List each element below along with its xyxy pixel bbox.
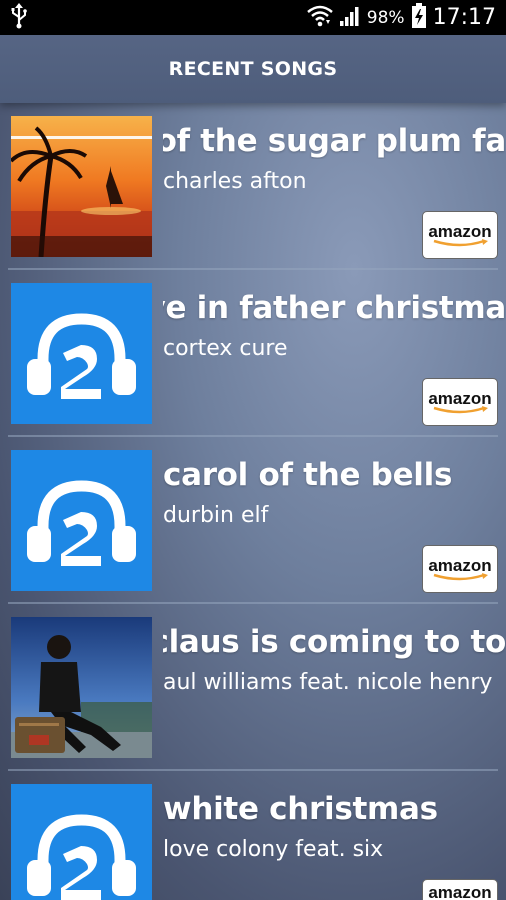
- song-list: ce of the sugar plum fa charles afton am…: [0, 103, 506, 900]
- song-title: ce of the sugar plum fa: [163, 123, 506, 159]
- song-list-item[interactable]: a claus is coming to to aul williams fea…: [0, 604, 506, 771]
- default-headphones-cover: [11, 784, 152, 900]
- usb-icon: [10, 2, 28, 33]
- song-artist: love colony feat. six: [163, 837, 384, 862]
- page-title: RECENT SONGS: [168, 58, 338, 80]
- default-headphones-cover: [11, 450, 152, 591]
- wifi-icon: [306, 5, 333, 31]
- signal-icon: [339, 5, 361, 31]
- amazon-buy-button[interactable]: amazon: [422, 879, 498, 900]
- battery-percent: 98%: [366, 7, 405, 28]
- song-title: white christmas: [163, 791, 438, 827]
- status-bar: 98% 17:17: [0, 0, 506, 35]
- song-list-item[interactable]: carol of the bells durbin elf amazon: [0, 437, 506, 604]
- amazon-smile-icon: [433, 405, 488, 413]
- amazon-logo-label: amazon: [428, 555, 492, 575]
- default-headphones-cover: [11, 283, 152, 424]
- amazon-buy-button[interactable]: amazon: [422, 378, 498, 426]
- lost-sunset-lounge-cover: [11, 116, 152, 257]
- man-on-suitcase-cover: [11, 617, 152, 758]
- amazon-buy-button[interactable]: amazon: [422, 211, 498, 259]
- song-title: a claus is coming to to: [163, 624, 506, 660]
- amazon-logo-label: amazon: [428, 221, 492, 241]
- amazon-smile-icon: [433, 572, 488, 580]
- amazon-logo-label: amazon: [428, 883, 492, 900]
- amazon-buy-button[interactable]: amazon: [422, 545, 498, 593]
- battery-charging-icon: [411, 2, 427, 33]
- amazon-smile-icon: [433, 238, 488, 246]
- song-artist: aul williams feat. nicole henry: [163, 670, 493, 695]
- song-list-item[interactable]: white christmas love colony feat. six am…: [0, 771, 506, 900]
- song-list-item[interactable]: ce of the sugar plum fa charles afton am…: [0, 103, 506, 270]
- amazon-logo-label: amazon: [428, 388, 492, 408]
- song-title: carol of the bells: [163, 457, 453, 493]
- app-header: RECENT SONGS: [0, 35, 506, 103]
- song-list-item[interactable]: ieve in father christma cortex cure amaz…: [0, 270, 506, 437]
- song-title: ieve in father christma: [163, 290, 506, 326]
- song-artist: durbin elf: [163, 503, 269, 528]
- clock: 17:17: [432, 5, 496, 30]
- song-artist: charles afton: [163, 169, 307, 194]
- song-artist: cortex cure: [163, 336, 288, 361]
